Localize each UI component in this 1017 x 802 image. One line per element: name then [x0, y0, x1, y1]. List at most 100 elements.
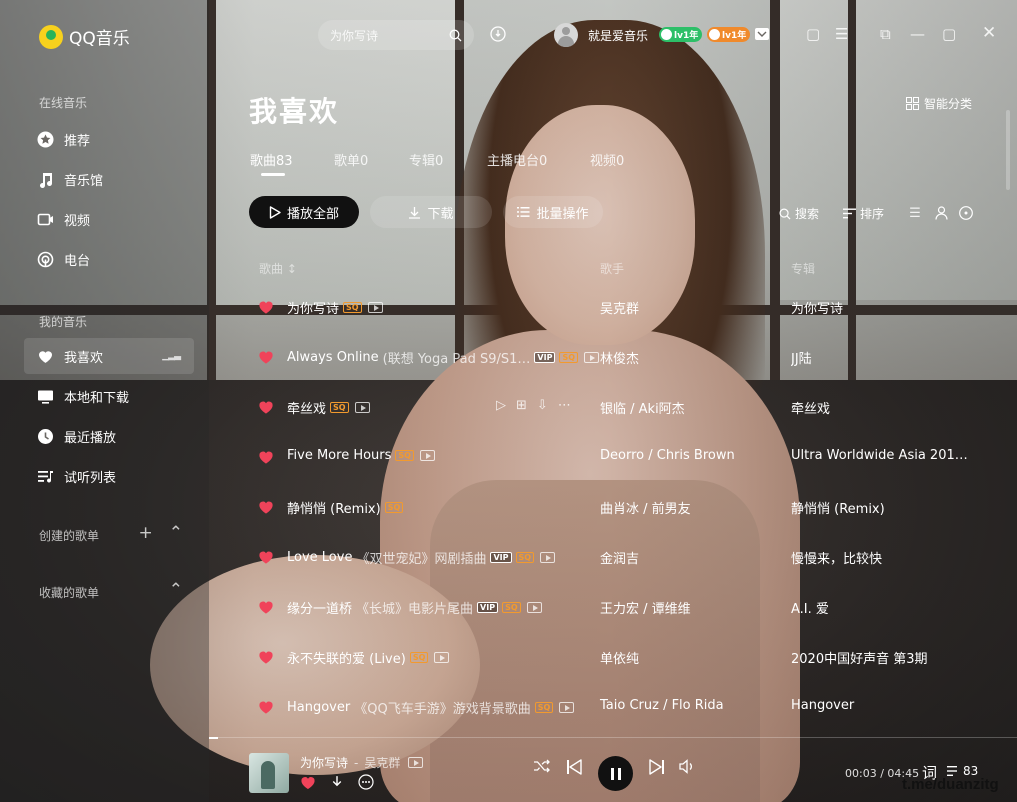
search-icon[interactable]: [449, 29, 462, 42]
more-icon[interactable]: ⋯: [558, 398, 571, 413]
liked-heart-icon[interactable]: [258, 349, 274, 365]
batch-operation-button[interactable]: 批量操作: [503, 196, 603, 228]
download-button[interactable]: 下载: [370, 196, 492, 228]
liked-heart-icon[interactable]: [258, 399, 274, 415]
song-album[interactable]: A.I. 爱: [791, 598, 981, 617]
liked-heart-icon[interactable]: [258, 499, 274, 515]
progress-track[interactable]: [209, 737, 1017, 738]
previous-track-icon[interactable]: [566, 759, 582, 775]
tab-albums[interactable]: 专辑0: [409, 150, 443, 169]
now-playing-artist[interactable]: 吴克群: [364, 754, 400, 771]
mv-icon[interactable]: [354, 402, 370, 413]
add-icon[interactable]: ⊞: [516, 398, 527, 413]
sidebar-item-video[interactable]: 视频: [24, 201, 194, 237]
song-title-cell[interactable]: Always Online (联想 Yoga Pad S9/S1… VIP SQ: [287, 348, 599, 367]
mv-icon[interactable]: [584, 352, 599, 363]
minimize-icon[interactable]: —: [910, 25, 925, 43]
table-row[interactable]: 牵丝戏 SQ ▷ ⊞ ⇩ ⋯ 银临 / Aki阿杰 牵丝戏: [249, 382, 1009, 432]
avatar[interactable]: [554, 23, 578, 47]
mv-icon[interactable]: [367, 302, 383, 313]
download-icon[interactable]: ⇩: [537, 398, 548, 413]
menu-icon[interactable]: ☰: [835, 25, 848, 43]
liked-heart-icon[interactable]: [258, 299, 274, 315]
sidebar-item-recent[interactable]: 最近播放: [24, 418, 194, 454]
song-title-cell[interactable]: Hangover 《QQ飞车手游》游戏背景歌曲 SQ: [287, 698, 575, 717]
song-album[interactable]: 为你写诗: [791, 298, 981, 317]
song-artist[interactable]: 曲肖冰 / 前男友: [600, 498, 691, 517]
table-row[interactable]: Five More Hours SQ Deorro / Chris Brown Ult…: [249, 432, 1009, 482]
sidebar-item-music-hall[interactable]: 音乐馆: [24, 161, 194, 197]
table-row[interactable]: Always Online (联想 Yoga Pad S9/S1… VIP SQ 林俊杰…: [249, 332, 1009, 382]
tab-playlists[interactable]: 歌单0: [334, 150, 368, 169]
maximize-icon[interactable]: ▢: [942, 25, 956, 43]
mv-icon[interactable]: [434, 652, 450, 663]
song-album[interactable]: 慢慢来，比较快: [791, 548, 981, 567]
song-album[interactable]: 静悄悄 (Remix): [791, 498, 981, 517]
search-songs-button[interactable]: 搜索: [779, 205, 819, 222]
song-title-cell[interactable]: 牵丝戏 SQ: [287, 398, 370, 417]
song-artist[interactable]: 王力宏 / 谭维维: [600, 598, 691, 617]
search-input[interactable]: 为你写诗: [318, 20, 474, 50]
tab-songs[interactable]: 歌曲83: [250, 150, 293, 169]
song-album[interactable]: 牵丝戏: [791, 398, 981, 417]
song-album[interactable]: 2020中国好声音 第3期: [791, 648, 981, 667]
username[interactable]: 就是爱音乐: [588, 27, 648, 44]
song-title-cell[interactable]: Five More Hours SQ: [287, 448, 435, 463]
collapse-chevron-icon[interactable]: ⌃: [169, 580, 183, 600]
column-header-title[interactable]: 歌曲 ↕: [259, 260, 297, 277]
collapse-chevron-icon[interactable]: ⌃: [169, 523, 183, 543]
sidebar-item-radio[interactable]: 电台: [24, 241, 194, 277]
mv-icon[interactable]: [419, 450, 435, 461]
song-artist[interactable]: 单依纯: [600, 648, 639, 667]
sidebar-item-recommend[interactable]: 推荐: [24, 121, 194, 157]
tab-radio[interactable]: 主播电台0: [487, 150, 547, 169]
message-icon[interactable]: [752, 24, 772, 44]
table-row[interactable]: 缘分一道桥 《长城》电影片尾曲 VIP SQ 王力宏 / 谭维维 A.I. 爱: [249, 582, 1009, 632]
song-artist[interactable]: Deorro / Chris Brown: [600, 448, 735, 463]
download-icon[interactable]: [330, 775, 344, 789]
orange-vip-badge[interactable]: lv1年: [707, 27, 751, 42]
add-playlist-icon[interactable]: +: [139, 523, 153, 543]
like-heart-icon[interactable]: [300, 775, 316, 790]
play-all-button[interactable]: 播放全部: [249, 196, 359, 228]
table-row[interactable]: 为你写诗 SQ 吴克群 为你写诗: [249, 282, 1009, 332]
next-track-icon[interactable]: [649, 759, 665, 775]
app-logo[interactable]: QQ音乐: [39, 24, 130, 49]
skin-icon[interactable]: ▢: [806, 25, 820, 43]
liked-heart-icon[interactable]: [258, 649, 274, 665]
song-title-cell[interactable]: 永不失联的爱 (Live) SQ: [287, 648, 450, 667]
table-row[interactable]: Hangover 《QQ飞车手游》游戏背景歌曲 SQ Taio Cruz / Flo …: [249, 682, 1009, 732]
play-icon[interactable]: ▷: [496, 398, 506, 413]
sort-button[interactable]: 排序: [843, 205, 884, 222]
song-artist[interactable]: 银临 / Aki阿杰: [600, 398, 685, 417]
table-row[interactable]: 永不失联的爱 (Live) SQ 单依纯 2020中国好声音 第3期: [249, 632, 1009, 682]
mv-icon[interactable]: [540, 552, 556, 563]
song-album[interactable]: JJ陆: [791, 348, 981, 367]
song-album[interactable]: Ultra Worldwide Asia 201…: [791, 448, 981, 463]
liked-heart-icon[interactable]: [258, 549, 274, 565]
song-title-cell[interactable]: 缘分一道桥 《长城》电影片尾曲 VIP SQ: [287, 598, 542, 617]
song-artist[interactable]: Taio Cruz / Flo Rida: [600, 698, 724, 713]
song-title-cell[interactable]: Love Love 《双世宠妃》网剧插曲 VIP SQ: [287, 548, 556, 567]
pause-button[interactable]: [598, 756, 633, 791]
shuffle-icon[interactable]: [533, 759, 550, 773]
sidebar-item-local-download[interactable]: 本地和下载: [24, 378, 194, 414]
listen-identify-icon[interactable]: [488, 24, 508, 44]
song-artist[interactable]: 金润吉: [600, 548, 639, 567]
mv-icon[interactable]: [526, 602, 542, 613]
mv-icon[interactable]: [559, 702, 575, 713]
liked-heart-icon[interactable]: [258, 449, 274, 465]
close-icon[interactable]: ✕: [982, 23, 996, 43]
more-options-icon[interactable]: [958, 205, 974, 221]
green-vip-badge[interactable]: lv1年: [659, 27, 703, 42]
table-row[interactable]: 静悄悄 (Remix) SQ 曲肖冰 / 前男友 静悄悄 (Remix): [249, 482, 1009, 532]
song-title-cell[interactable]: 为你写诗 SQ: [287, 298, 383, 317]
sidebar-item-favorites[interactable]: 我喜欢 ▁▂▃: [24, 338, 194, 374]
liked-heart-icon[interactable]: [258, 599, 274, 615]
table-row[interactable]: Love Love 《双世宠妃》网剧插曲 VIP SQ 金润吉 慢慢来，比较快: [249, 532, 1009, 582]
scrollbar[interactable]: [1006, 110, 1010, 190]
person-view-icon[interactable]: [933, 205, 949, 221]
smart-category-button[interactable]: 智能分类: [906, 95, 972, 112]
list-view-icon[interactable]: ☰: [907, 205, 923, 221]
volume-icon[interactable]: [679, 759, 696, 774]
